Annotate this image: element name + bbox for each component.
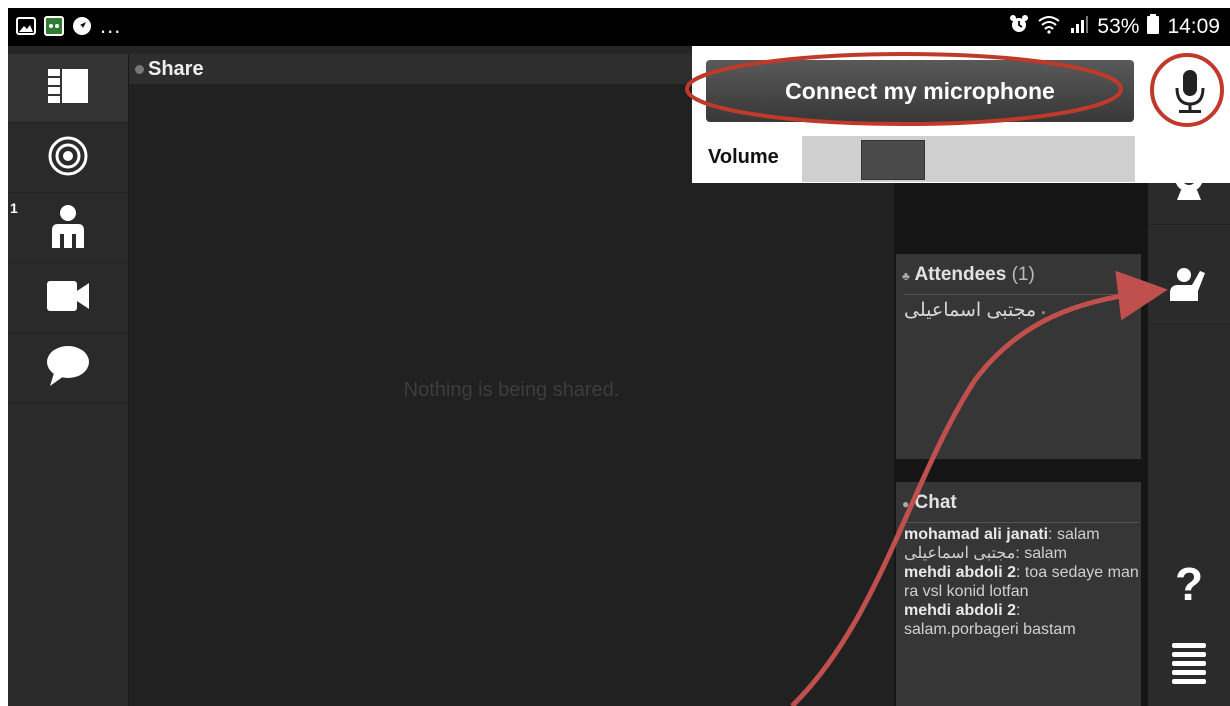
nav-participants[interactable]: 1 bbox=[8, 194, 128, 263]
chat-author: مجتبی اسماعیلی bbox=[904, 545, 1016, 562]
menu-button[interactable] bbox=[1148, 626, 1230, 706]
chat-messages: mohamad ali janati: salam مجتبی اسماعیلی… bbox=[904, 522, 1139, 639]
chat-text: : salam bbox=[1015, 545, 1067, 562]
attendee-lock-icon: ▪ bbox=[1041, 307, 1046, 319]
app-screen: ... 53% 14:09 1 Share Nothing is being s… bbox=[8, 8, 1230, 706]
nav-presentation[interactable] bbox=[8, 124, 128, 193]
status-bar: ... 53% 14:09 bbox=[8, 8, 1230, 46]
attendees-header: ♣ Attendees (1) bbox=[896, 254, 1141, 286]
volume-slider-thumb[interactable] bbox=[861, 140, 925, 180]
microphone-icon bbox=[1173, 69, 1207, 119]
participants-badge: 1 bbox=[10, 200, 18, 216]
chat-header: ● Chat bbox=[896, 482, 1141, 514]
signal-icon bbox=[1069, 14, 1089, 40]
chat-panel: ● Chat mohamad ali janati: salam مجتبی ا… bbox=[896, 482, 1141, 706]
chat-author: mehdi abdoli 2 bbox=[904, 602, 1017, 619]
chat-message: مجتبی اسماعیلی: salam bbox=[904, 544, 1139, 563]
navigation-icon bbox=[72, 16, 92, 36]
chat-message: mehdi abdoli 2: toa sedaye man ra vsl ko… bbox=[904, 563, 1139, 601]
battery-icon bbox=[1147, 14, 1160, 40]
attendees-title-icon: ♣ bbox=[902, 269, 910, 283]
chat-author: mehdi abdoli 2 bbox=[904, 564, 1017, 581]
chat-title-icon: ● bbox=[902, 497, 910, 511]
layout-icon bbox=[48, 68, 88, 108]
attendee-name: مجتبی اسماعیلی bbox=[904, 300, 1037, 321]
participants-icon bbox=[50, 204, 86, 253]
gamepad-icon bbox=[44, 16, 64, 36]
share-dot-icon bbox=[135, 65, 144, 75]
chat-message: mehdi abdoli 2: salam.porbageri bastam bbox=[904, 601, 1139, 639]
microphone-button[interactable] bbox=[1156, 60, 1224, 128]
alarm-icon bbox=[1009, 14, 1029, 40]
chat-author: mohamad ali janati bbox=[904, 526, 1049, 543]
chat-message: mohamad ali janati: salam bbox=[904, 525, 1139, 544]
attendees-panel: ♣ Attendees (1) ▪ مجتبی اسماعیلی bbox=[896, 254, 1141, 459]
chat-bubble-icon bbox=[46, 345, 90, 392]
volume-label: Volume bbox=[708, 146, 779, 168]
raise-hand-button[interactable] bbox=[1148, 244, 1230, 325]
more-notifications: ... bbox=[100, 13, 122, 38]
nav-chat[interactable] bbox=[8, 334, 128, 403]
share-empty-message: Nothing is being shared. bbox=[403, 379, 620, 401]
wifi-icon bbox=[1037, 14, 1061, 40]
system-indicators: 53% 14:09 bbox=[1009, 14, 1220, 40]
attendees-title: Attendees bbox=[914, 264, 1007, 285]
nav-layout[interactable] bbox=[8, 54, 128, 123]
chat-title: Chat bbox=[914, 492, 957, 513]
menu-icon bbox=[1172, 642, 1206, 690]
help-button[interactable]: ? bbox=[1148, 544, 1230, 624]
attendees-count: (1) bbox=[1011, 264, 1035, 285]
volume-slider[interactable] bbox=[802, 136, 1135, 182]
target-icon bbox=[48, 136, 88, 181]
help-icon: ? bbox=[1174, 558, 1204, 610]
connect-microphone-button[interactable]: Connect my microphone bbox=[706, 60, 1134, 122]
raise-hand-icon bbox=[1168, 263, 1210, 306]
image-icon bbox=[16, 16, 36, 36]
nav-video[interactable] bbox=[8, 264, 128, 333]
video-camera-icon bbox=[47, 280, 89, 316]
clock: 14:09 bbox=[1167, 15, 1220, 38]
attendee-item[interactable]: ▪ مجتبی اسماعیلی bbox=[904, 294, 1129, 322]
audio-popup: Connect my microphone Volume bbox=[692, 46, 1230, 183]
left-navigation: 1 bbox=[8, 54, 129, 706]
battery-percent: 53% bbox=[1097, 15, 1140, 38]
notification-icons: ... bbox=[16, 13, 122, 38]
chat-text: : salam bbox=[1048, 526, 1100, 543]
share-title: Share bbox=[148, 58, 204, 80]
